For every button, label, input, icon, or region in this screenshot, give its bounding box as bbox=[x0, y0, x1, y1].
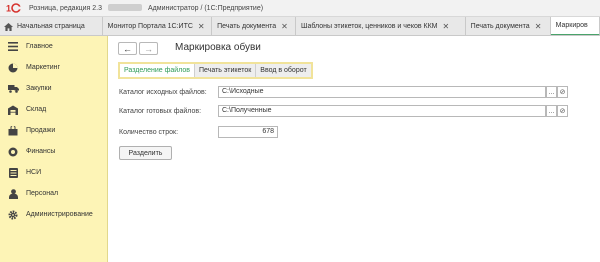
sidebar: Главное Маркетинг Закупки Склад Продажи … bbox=[0, 36, 108, 262]
window-title: Розница, редакция 2.3 Администратор / (1С… bbox=[29, 4, 263, 12]
sidebar-item-label: Персонал bbox=[26, 190, 59, 197]
tab-label: Печать документа bbox=[470, 23, 530, 30]
title-bar: 1 Розница, редакция 2.3 Администратор / (… bbox=[0, 0, 600, 17]
window-title-right: Администратор / (1С:Предприятие) bbox=[148, 5, 264, 12]
database-icon bbox=[7, 167, 19, 179]
tab-label: Начальная страница bbox=[17, 23, 85, 30]
tab-print-document[interactable]: Печать документа ✕ bbox=[212, 17, 297, 35]
tab-label: Маркиров bbox=[555, 22, 588, 29]
sidebar-item-nsi[interactable]: НСИ bbox=[0, 162, 107, 183]
tab-print-document-2[interactable]: Печать документа ✕ bbox=[466, 17, 551, 35]
main-panel: ← → Маркировка обуви Разделение файлов П… bbox=[108, 36, 600, 262]
sidebar-item-label: Финансы bbox=[26, 148, 56, 155]
row-count-input[interactable]: 678 bbox=[218, 126, 278, 138]
sidebar-item-marketing[interactable]: Маркетинг bbox=[0, 57, 107, 78]
tab-label: Монитор Портала 1С:ИТС bbox=[107, 23, 193, 30]
tab-split-files[interactable]: Разделение файлов bbox=[120, 64, 195, 77]
tab-shoe-marking[interactable]: Маркиров bbox=[550, 17, 600, 35]
menu-lines-icon bbox=[7, 41, 19, 53]
home-icon bbox=[4, 22, 13, 31]
forward-button[interactable]: → bbox=[139, 42, 158, 55]
svg-text:1: 1 bbox=[6, 4, 11, 14]
sidebar-item-label: НСИ bbox=[26, 169, 42, 176]
tab-label: Шаблоны этикеток, ценников и чеков ККМ bbox=[301, 23, 438, 30]
sidebar-item-purchases[interactable]: Закупки bbox=[0, 78, 107, 99]
cart-icon bbox=[7, 125, 19, 137]
person-icon bbox=[7, 188, 19, 200]
close-icon[interactable]: ✕ bbox=[198, 22, 205, 31]
back-button[interactable]: ← bbox=[118, 42, 137, 55]
source-dir-input[interactable]: C:\Исходные bbox=[218, 86, 546, 98]
open-windows-tabs: Начальная страница Монитор Портала 1С:ИТ… bbox=[0, 17, 600, 36]
ready-dir-label: Каталог готовых файлов: bbox=[119, 108, 202, 115]
sidebar-item-administration[interactable]: Администрирование bbox=[0, 204, 107, 225]
tab-print-labels[interactable]: Печать этикеток bbox=[194, 64, 257, 77]
ready-dir-open-icon[interactable]: ⊘ bbox=[557, 105, 568, 117]
coin-icon bbox=[7, 146, 19, 158]
row-count-label: Количество строк: bbox=[119, 129, 179, 136]
gear-icon bbox=[7, 209, 19, 221]
sidebar-item-label: Продажи bbox=[26, 127, 56, 134]
source-dir-open-icon[interactable]: ⊘ bbox=[557, 86, 568, 98]
page-title: Маркировка обуви bbox=[175, 42, 261, 53]
sidebar-item-sales[interactable]: Продажи bbox=[0, 120, 107, 141]
sidebar-item-finance[interactable]: Финансы bbox=[0, 141, 107, 162]
sidebar-item-label: Закупки bbox=[26, 85, 52, 92]
tab-label-templates[interactable]: Шаблоны этикеток, ценников и чеков ККМ ✕ bbox=[296, 17, 466, 35]
close-icon[interactable]: ✕ bbox=[535, 22, 542, 31]
pie-chart-icon bbox=[7, 62, 19, 74]
sidebar-item-warehouse[interactable]: Склад bbox=[0, 99, 107, 120]
tab-its-portal-monitor[interactable]: Монитор Портала 1С:ИТС ✕ bbox=[103, 17, 213, 35]
ready-dir-select-button[interactable]: ... bbox=[546, 105, 557, 117]
sidebar-item-label: Администрирование bbox=[26, 211, 93, 218]
ready-dir-input[interactable]: C:\Полученные bbox=[218, 105, 546, 117]
source-dir-select-button[interactable]: ... bbox=[546, 86, 557, 98]
truck-icon bbox=[7, 83, 19, 95]
sidebar-item-label: Маркетинг bbox=[26, 64, 61, 71]
source-dir-label: Каталог исходных файлов: bbox=[119, 89, 207, 96]
sidebar-item-main[interactable]: Главное bbox=[0, 36, 107, 57]
close-icon[interactable]: ✕ bbox=[443, 22, 450, 31]
sidebar-item-personnel[interactable]: Персонал bbox=[0, 183, 107, 204]
tab-put-into-circulation[interactable]: Ввод в оборот bbox=[256, 64, 311, 77]
sidebar-item-label: Главное bbox=[26, 43, 53, 50]
window-title-left: Розница, редакция 2.3 bbox=[29, 5, 103, 12]
1c-logo-icon: 1 bbox=[5, 2, 23, 14]
sidebar-item-label: Склад bbox=[26, 106, 47, 113]
tab-label: Печать документа bbox=[217, 23, 277, 30]
tab-home[interactable]: Начальная страница bbox=[0, 17, 103, 35]
split-button[interactable]: Разделить bbox=[119, 146, 172, 160]
warehouse-icon bbox=[7, 104, 19, 116]
redacted-text bbox=[108, 4, 143, 11]
form-tabs: Разделение файлов Печать этикеток Ввод в… bbox=[118, 62, 313, 79]
close-icon[interactable]: ✕ bbox=[281, 22, 288, 31]
